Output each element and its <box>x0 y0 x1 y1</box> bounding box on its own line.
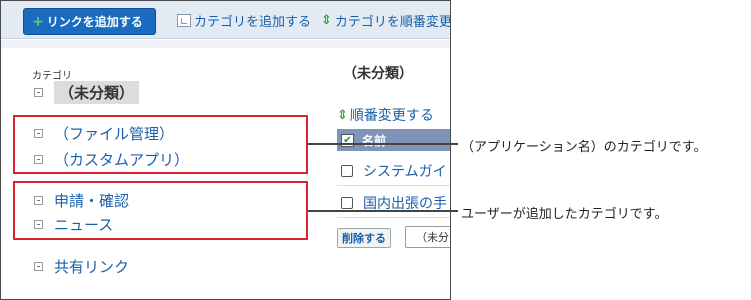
up-down-arrow-icon: ⇕ <box>337 107 348 123</box>
plus-icon: + <box>32 13 44 30</box>
table-row: 国内出張の手 <box>337 188 450 218</box>
table-header: ✔ 名前 <box>337 129 450 151</box>
row-checkbox[interactable] <box>341 164 353 177</box>
row-checkbox[interactable] <box>341 196 353 209</box>
name-column-header: 名前 <box>362 133 387 148</box>
category-add-icon <box>177 14 191 27</box>
category-item-shared-links[interactable]: 共有リンク <box>34 256 129 277</box>
tree-node-icon <box>34 88 43 97</box>
category-heading: カテゴリ <box>32 71 72 82</box>
callout-text-user-categories: ユーザーが追加したカテゴリです。 <box>461 207 668 222</box>
category-label: 共有リンク <box>54 258 130 276</box>
up-down-arrow-icon: ⇕ <box>321 13 332 28</box>
move-category-select[interactable]: （未分 <box>405 226 450 248</box>
reorder-link[interactable]: ⇕ 順番変更する <box>337 105 434 125</box>
add-link-label: リンクを追加する <box>46 15 143 29</box>
reorder-category-link[interactable]: ⇕ カテゴリを順番変更 <box>321 11 451 30</box>
link-name[interactable]: システムガイ <box>363 161 447 181</box>
add-category-link[interactable]: カテゴリを追加する <box>177 11 311 30</box>
tree-node-icon <box>34 262 43 271</box>
add-category-label: カテゴリを追加する <box>194 15 312 30</box>
toolbar-shadow <box>1 40 450 48</box>
toolbar: + リンクを追加する カテゴリを追加する ⇕ カテゴリを順番変更 <box>1 1 451 39</box>
reorder-category-label: カテゴリを順番変更 <box>334 15 451 30</box>
callout-box-app-categories <box>13 115 308 174</box>
callout-text-app-categories: （アプリケーション名）のカテゴリです。 <box>461 140 707 155</box>
category-item-uncategorized[interactable]: （未分類） <box>34 81 140 104</box>
reorder-label: 順番変更する <box>349 108 434 124</box>
delete-button[interactable]: 削除する <box>337 228 391 248</box>
category-title: （未分類） <box>343 66 413 82</box>
table-row: システムガイ <box>337 156 450 186</box>
add-link-button[interactable]: + リンクを追加する <box>23 8 156 35</box>
callout-line-app <box>308 143 458 145</box>
callout-box-user-categories <box>13 181 308 240</box>
category-label: （未分類） <box>54 81 140 104</box>
callout-line-user <box>308 210 458 212</box>
